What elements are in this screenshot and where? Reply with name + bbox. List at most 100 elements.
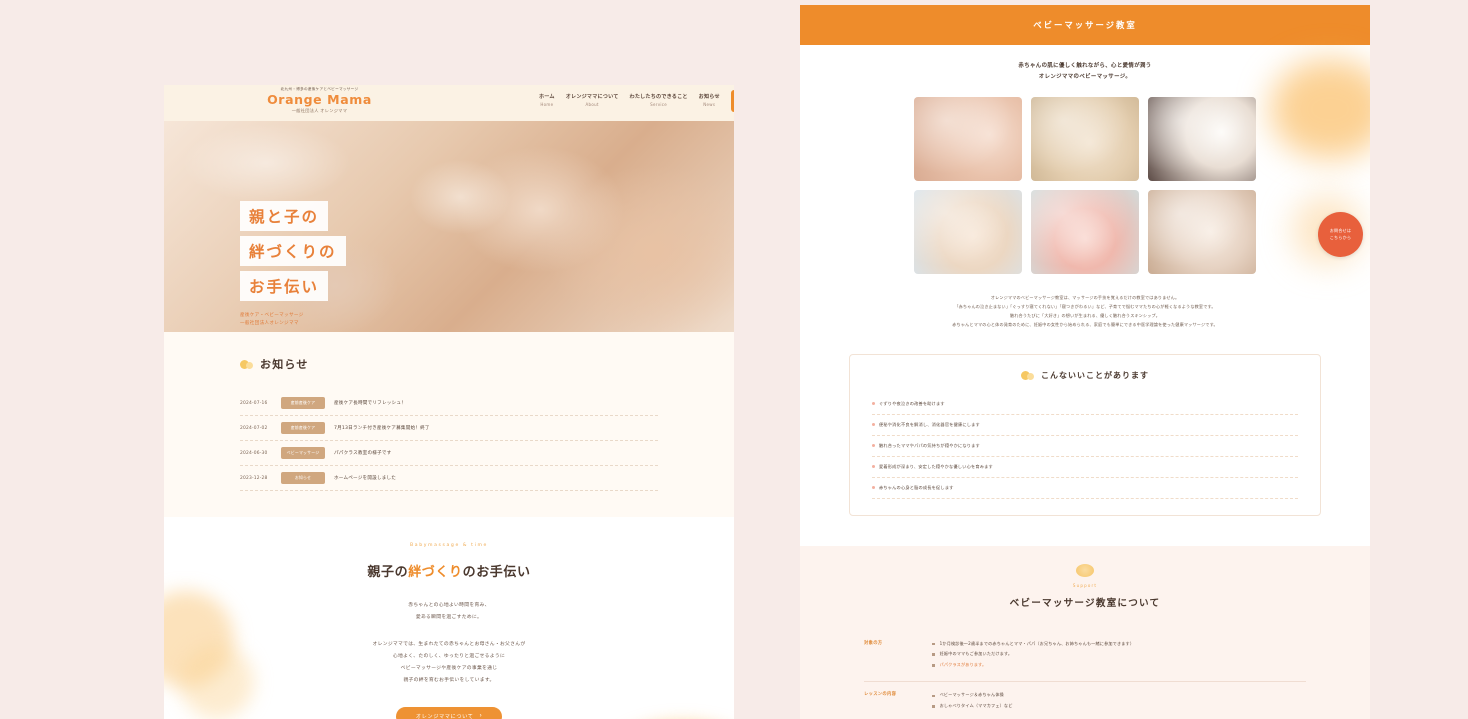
news-heading: お知らせ (240, 356, 658, 372)
table-row: 対象の方 1か月検診後～2歳半までの赤ちゃんとママ・パパ（お兄ちゃん、お姉ちゃん… (864, 631, 1306, 683)
bullet-dot-icon (872, 402, 875, 405)
benefit-list-item: 愛着形成が深まり、安定した穏やかな優しい心を育みます (872, 457, 1298, 478)
benefit-text: 愛着形成が深まり、安定した穏やかな優しい心を育みます (879, 463, 993, 469)
news-title-text: ホームページを開設しました (334, 476, 397, 481)
bullet-dot-icon (872, 423, 875, 426)
nav-label-jp: ホーム (539, 94, 555, 100)
list-item-text: パパクラスがあります。 (939, 661, 987, 667)
bullet-dot-icon (872, 486, 875, 489)
list-item: ベビーマッサージ＆赤ちゃん体操 (932, 691, 1306, 699)
about-p1-line1: 赤ちゃんとの心地よい時間を育み、 (408, 603, 490, 608)
about-p2-line2: 心地よく、たのしく、ゆったりと過ごせるように (392, 653, 506, 659)
page-title: ベビーマッサージ教室 (1033, 20, 1137, 30)
benefits-title: こんないいことがあります (1041, 370, 1149, 380)
floating-contact-button[interactable]: お問合せは こちらから (1318, 212, 1363, 257)
nav-item-service[interactable]: わたしたちのできること Service (630, 93, 688, 107)
about-heading-part3: のお手伝い (462, 565, 531, 580)
bullet-square-icon (932, 664, 935, 667)
nav-label-en: Service (650, 102, 668, 107)
speech-bubble-icon (1021, 370, 1035, 381)
about-p2-line1: オレンジママでは、生まれたての赤ちゃんとお母さん・お父さんが (372, 641, 526, 647)
speech-bubble-icon (240, 359, 254, 370)
page-title-banner: ベビーマッサージ教室 (800, 5, 1370, 45)
nav-item-about[interactable]: オレンジママについて About (566, 93, 619, 107)
about-p1-line2: 愛ある瞬間を過ごすために。 (415, 614, 483, 620)
news-title-text: パパクラス教室の様子です (334, 451, 392, 456)
site-logo[interactable]: 北九州・博多の産後ケアとベビーマッサージ Orange Mama 一般社団法人 … (232, 87, 407, 114)
news-date: 2023-12-28 (240, 475, 268, 481)
about-paragraph-1: 赤ちゃんとの心地よい時間を育み、 愛ある瞬間を過ごすために。 (164, 600, 734, 624)
about-p2-line4: 親子の絆を育むお手伝いをしています。 (403, 677, 495, 683)
float-button-line1: お問合せは (1329, 227, 1352, 233)
about-p2-line3: ベビーマッサージや産後ケアの事業を通じ (400, 665, 498, 671)
news-row[interactable]: 2024-06-30 ベビーマッサージ パパクラス教室の様子です (240, 441, 658, 466)
news-date: 2024-07-16 (240, 400, 268, 406)
intro-line-3: 触れ合うたびに「大好き」の想いが生まれる、優しく触れ合うスキンシップ。 (1009, 313, 1161, 319)
right-page-preview: ベビーマッサージ教室 赤ちゃんの肌に優しく触れながら、心と愛情が潤う オレンジマ… (800, 5, 1370, 719)
float-button-line2: こちらから (1329, 234, 1352, 240)
lead-line1: 赤ちゃんの肌に優しく触れながら、心と愛情が潤う (1018, 63, 1152, 69)
hero-subtitle-line1: 産後ケア・ベビーマッサージ (240, 313, 304, 318)
nav-item-news[interactable]: お知らせ News (699, 93, 720, 107)
list-item-text: おしゃべりタイム（ママカフェ）など (939, 702, 1013, 708)
nav-contact-button[interactable]: お問い合わせ Contact (730, 90, 734, 112)
about-button-label: オレンジママについて (415, 713, 474, 719)
class-info-section: Support ベビーマッサージ教室について 対象の方 1か月検診後～2歳半まで… (800, 545, 1370, 719)
site-header: 北九州・博多の産後ケアとベビーマッサージ Orange Mama 一般社団法人 … (164, 85, 734, 121)
news-tag: 産前産後ケア (281, 422, 325, 434)
benefits-section: こんないいことがあります ぐずりや夜泣きの改善を助けます 便秘や消化不良を解消し… (800, 329, 1370, 546)
bullet-dot-icon (872, 444, 875, 447)
hero-banner: 親と子の 絆づくりの お手伝い 産後ケア・ベビーマッサージ 一般社団法人オレンジ… (164, 121, 734, 332)
screenshot-stage: 北九州・博多の産後ケアとベビーマッサージ Orange Mama 一般社団法人 … (0, 0, 1468, 719)
bullet-square-icon (932, 642, 935, 646)
benefit-text: 便秘や消化不良を解消し、消化器官を健康にします (879, 421, 980, 427)
baby-hands-massage-photo (914, 96, 1022, 181)
row-body: ベビーマッサージ＆赤ちゃん体操 おしゃべりタイム（ママカフェ）など (932, 691, 1306, 712)
benefit-list-item: 便秘や消化不良を解消し、消化器官を健康にします (872, 415, 1298, 436)
lead-line2: オレンジママのベビーマッサージ。 (1038, 74, 1132, 81)
nav-label-en: News (703, 102, 716, 107)
about-eyebrow: Babymassage & time (410, 543, 488, 548)
list-item-text: ベビーマッサージ＆赤ちゃん体操 (939, 692, 1004, 698)
about-section: Babymassage & time 親子の絆づくりのお手伝い 赤ちゃんとの心地… (164, 517, 734, 719)
bullet-dot-icon (872, 465, 875, 468)
hero-subtitle: 産後ケア・ベビーマッサージ 一般社団法人オレンジママ (240, 312, 346, 328)
baby-on-patterned-mat-photo (914, 189, 1022, 274)
about-more-button[interactable]: オレンジママについて › (395, 706, 503, 719)
row-label: 対象の方 (864, 640, 883, 646)
news-date: 2024-06-30 (240, 450, 268, 456)
nav-label-jp: わたしたちのできること (629, 94, 688, 100)
benefit-text: 触れ合ったママやパパの気持ちが穏やかになります (879, 442, 980, 448)
news-title-text: 7月13日ランチ付き産後ケア募集開始！終了 (334, 426, 430, 431)
row-body: 1か月検診後～2歳半までの赤ちゃんとママ・パパ（お兄ちゃん、お姉ちゃんも一緒に参… (932, 640, 1306, 672)
hero-subtitle-line2: 一般社団法人オレンジママ (240, 321, 299, 327)
news-tag: 産前産後ケア (281, 397, 325, 409)
about-heading: 親子の絆づくりのお手伝い (164, 561, 734, 580)
table-row: レッスンの内容 ベビーマッサージ＆赤ちゃん体操 おしゃべりタイム（ママカフェ）な… (864, 682, 1306, 719)
news-row[interactable]: 2023-12-28 お知らせ ホームページを開設しました (240, 466, 658, 491)
bullet-square-icon (932, 705, 935, 708)
logo-name: Orange Mama (267, 91, 372, 107)
benefit-list-item: 触れ合ったママやパパの気持ちが穏やかになります (872, 436, 1298, 457)
class-section-title: ベビーマッサージ教室について (1009, 597, 1161, 609)
right-hero: 赤ちゃんの肌に優しく触れながら、心と愛情が潤う オレンジママのベビーマッサージ。… (800, 45, 1370, 330)
list-item-text: 1か月検診後～2歳半までの赤ちゃんとママ・パパ（お兄ちゃん、お姉ちゃんも一緒に参… (939, 640, 1135, 646)
benefit-text: 赤ちゃんの心身と脳の成長を促します (879, 484, 954, 490)
benefit-list-item: ぐずりや夜泣きの改善を助けます (872, 394, 1298, 415)
list-item: 妊娠中のママもご参加いただけます。 (932, 650, 1306, 658)
about-heading-highlight: 絆づくり (408, 565, 463, 580)
news-title-text: 産後ケア長時間でリフレッシュ！ (334, 401, 406, 406)
bullet-square-icon (932, 694, 935, 698)
intro-paragraph: オレンジママのベビーマッサージ教室は、マッサージの手技を覚えるだけの教室ではあり… (867, 293, 1303, 330)
mother-holding-newborn-photo (1148, 189, 1256, 274)
news-row[interactable]: 2024-07-02 産前産後ケア 7月13日ランチ付き産後ケア募集開始！終了 (240, 416, 658, 441)
logo-subtitle: 一般社団法人 オレンジママ (291, 108, 348, 114)
intro-line-2: 「赤ちゃんの泣き止まない」「ぐっすり寝てくれない」「寝つきがわるい」など、子育て… (954, 303, 1216, 309)
news-row[interactable]: 2024-07-16 産前産後ケア 産後ケア長時間でリフレッシュ！ (240, 391, 658, 416)
list-item-text: 妊娠中のママもご参加いただけます。 (939, 651, 1013, 657)
nav-item-home[interactable]: ホーム Home (539, 93, 555, 107)
baby-tummy-massage-photo (1031, 189, 1139, 274)
lead-text: 赤ちゃんの肌に優しく触れながら、心と愛情が潤う オレンジママのベビーマッサージ。 (800, 61, 1370, 84)
intro-line-4: 赤ちゃんとママの心と体の発育のために、妊娠中の女性から始められる、家庭でも簡単に… (952, 322, 1218, 328)
chevron-right-icon: › (479, 713, 483, 719)
